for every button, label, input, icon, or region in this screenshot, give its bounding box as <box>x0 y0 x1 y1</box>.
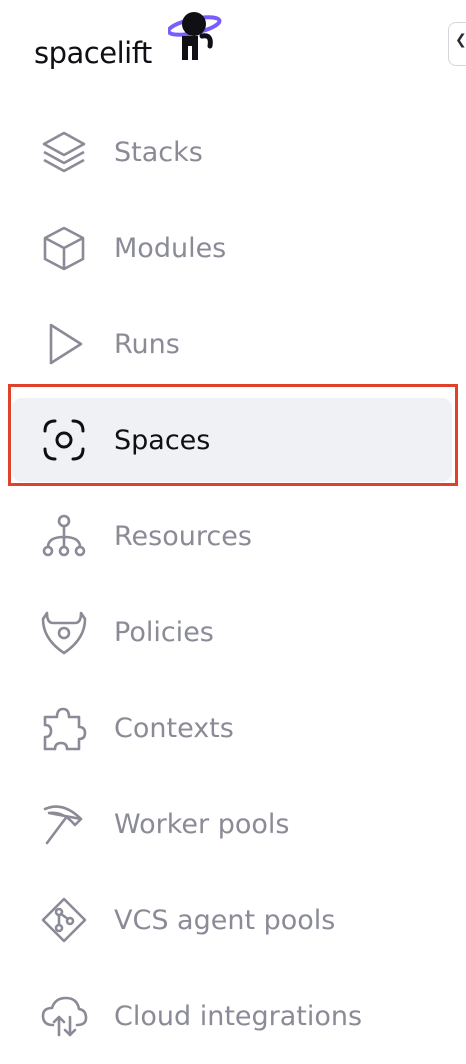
spacelift-logo[interactable]: spacelift <box>34 6 234 76</box>
sidebar-item-stacks[interactable]: Stacks <box>12 110 452 194</box>
sidebar-item-cloud-integrations[interactable]: Cloud integrations <box>12 974 452 1058</box>
astronaut-logo-icon <box>168 6 224 62</box>
sidebar-item-label: Stacks <box>114 136 203 168</box>
sidebar-item-label: Contexts <box>114 712 234 744</box>
sidebar-item-runs[interactable]: Runs <box>12 302 452 386</box>
sidebar-item-policies[interactable]: Policies <box>12 590 452 674</box>
stacks-icon <box>38 126 90 178</box>
sidebar-item-label: Cloud integrations <box>114 1000 363 1032</box>
sidebar-item-contexts[interactable]: Contexts <box>12 686 452 770</box>
sidebar-item-modules[interactable]: Modules <box>12 206 452 290</box>
sidebar-item-label: Worker pools <box>114 808 290 840</box>
sidebar-item-label: Modules <box>114 232 227 264</box>
chevron-left-icon: ❮ <box>455 32 466 48</box>
sidebar-item-label: Runs <box>114 328 180 360</box>
modules-icon <box>38 222 90 274</box>
worker-pools-icon <box>38 798 90 850</box>
runs-icon <box>38 318 90 370</box>
selection-highlight <box>8 384 458 486</box>
cloud-integrations-icon <box>38 990 90 1042</box>
sidebar-item-worker-pools[interactable]: Worker pools <box>12 782 452 866</box>
contexts-icon <box>38 702 90 754</box>
sidebar-item-label: Resources <box>114 520 252 552</box>
sidebar-item-resources[interactable]: Resources <box>12 494 452 578</box>
vcs-agent-pools-icon <box>38 894 90 946</box>
logo-wordmark: spacelift <box>34 36 152 70</box>
collapse-sidebar-button[interactable]: ❮ <box>448 22 466 66</box>
sidebar-item-vcs-agent-pools[interactable]: VCS agent pools <box>12 878 452 962</box>
policies-icon <box>38 606 90 658</box>
sidebar-item-label: Policies <box>114 616 214 648</box>
sidebar-item-label: VCS agent pools <box>114 904 336 936</box>
resources-icon <box>38 510 90 562</box>
